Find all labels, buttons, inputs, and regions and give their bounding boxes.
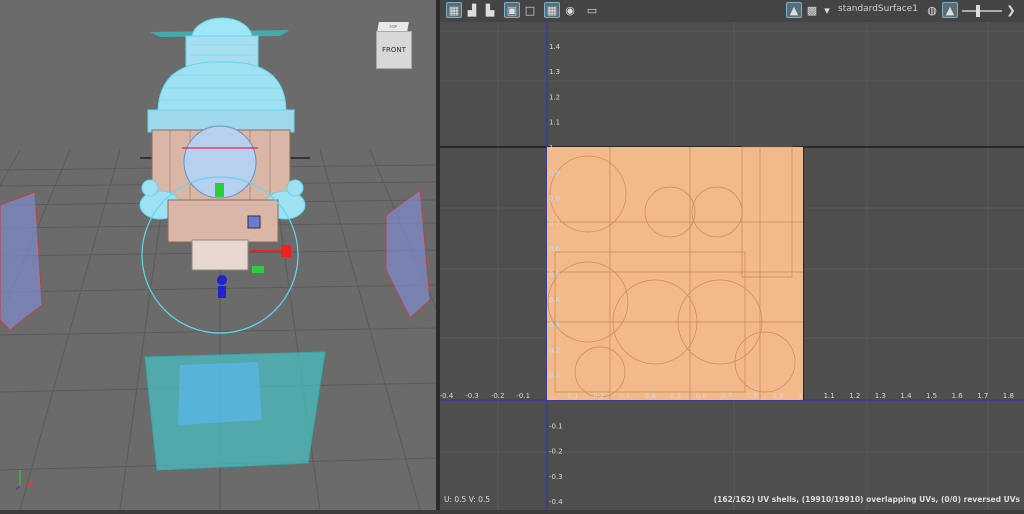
uv-coordinate-readout: U: 0.5 V: 0.5 — [444, 495, 491, 504]
viewcube-front-face[interactable]: FRONT — [376, 31, 412, 69]
uv-shell-area[interactable] — [547, 147, 803, 400]
u-tick-label: -0.3 — [465, 392, 479, 400]
exposure-slider-handle[interactable] — [976, 5, 980, 17]
v-tick-label: 1.1 — [549, 119, 560, 127]
v-tick-label: 0.8 — [549, 195, 560, 203]
uv-grid-svg[interactable]: -0.4 -0.3 -0.2 -0.1 0.1 0.2 0.3 0.4 0.5 0.6 0.7 0.8… — [440, 22, 1024, 510]
u-tick-label: 0.2 — [593, 392, 604, 400]
viewcube[interactable]: TOP FRONT — [374, 22, 412, 69]
u-tick-label: 1.1 — [824, 392, 835, 400]
x-axis-handle[interactable] — [281, 245, 291, 257]
uv-shells[interactable] — [547, 146, 803, 400]
left-image-plane[interactable] — [0, 191, 43, 331]
u-tick-label: 0.6 — [696, 392, 708, 400]
u-tick-label: -0.2 — [491, 392, 505, 400]
u-tick-label: 1.2 — [849, 392, 860, 400]
v-tick-label: 0.3 — [549, 321, 560, 329]
u-tick-label: 1.5 — [926, 392, 937, 400]
v-tick-label: 1 — [549, 144, 553, 152]
checker-pattern-icon[interactable]: ▩ — [804, 2, 820, 18]
v-tick-label: -0.2 — [549, 448, 563, 456]
uv-border-icon[interactable]: □ — [522, 2, 538, 18]
v-tick-label: -0.4 — [549, 498, 563, 506]
image-display-icon[interactable]: ▲ — [786, 2, 802, 18]
color-channels-icon[interactable]: ◍ — [924, 2, 940, 18]
uv-shell-status: (162/162) UV shells, (19910/19910) overl… — [713, 495, 1020, 504]
xz-plane-handle[interactable] — [252, 266, 264, 273]
shader-selector[interactable]: standardSurface1 — [838, 4, 918, 14]
uv-canvas[interactable]: -0.4 -0.3 -0.2 -0.1 0.1 0.2 0.3 0.4 0.5 0.6 0.7 0.8… — [440, 22, 1024, 510]
u-tick-label: 0.7 — [721, 392, 732, 400]
u-tick-label: 1.4 — [900, 392, 912, 400]
u-tick-label: 0.9 — [772, 392, 783, 400]
v-tick-label: 0.9 — [549, 169, 560, 177]
v-tick-label: 1.4 — [549, 43, 561, 51]
v-tick-label: 0.5 — [549, 271, 560, 279]
u-tick-label: 1.7 — [977, 392, 988, 400]
uv-toolbar: ▦ ▟ ▙ ▣ □ ▦ ◉ ▭ ▲ ▩ ▾ standardSurface1 ◍… — [440, 0, 1024, 23]
u-tick-label: 0.4 — [644, 392, 656, 400]
center-handle[interactable] — [247, 215, 261, 229]
v-tick-label: 1.3 — [549, 68, 560, 76]
v-tick-label: -0.3 — [549, 473, 563, 481]
v-tick-label: 0.4 — [549, 296, 561, 304]
u-tick-labels: -0.4 -0.3 -0.2 -0.1 0.1 0.2 0.3 0.4 0.5 0.6 0.7 0.8… — [440, 392, 1014, 400]
u-tick-label: -0.4 — [440, 392, 454, 400]
u-tick-label: 1.3 — [875, 392, 886, 400]
dome-body — [157, 61, 287, 111]
more-options-icon[interactable]: ❯ — [1006, 2, 1016, 18]
y-axis-handle[interactable] — [215, 183, 224, 197]
uv-shaded-icon[interactable]: ▣ — [504, 2, 520, 18]
v-tick-label: 1.2 — [549, 93, 560, 101]
u-tick-label: 1.6 — [952, 392, 964, 400]
u-tick-label: 0.1 — [568, 392, 579, 400]
exposure-icon[interactable]: ▲ — [942, 2, 958, 18]
pixel-snap-icon[interactable]: ◉ — [562, 2, 578, 18]
v-tick-label: 0.2 — [549, 346, 560, 354]
bottom-stem — [191, 239, 249, 271]
v-tick-label: 0.1 — [549, 372, 560, 380]
u-tick-label: 0.8 — [747, 392, 758, 400]
uv-editor-panel: ▦ ▟ ▙ ▣ □ ▦ ◉ ▭ ▲ ▩ ▾ standardSurface1 ◍… — [440, 0, 1024, 510]
z-axis-handle[interactable] — [218, 286, 226, 298]
uv-grid-icon[interactable]: ▦ — [446, 2, 462, 18]
chevron-down-icon[interactable]: ▾ — [822, 2, 832, 18]
scene-svg[interactable] — [0, 0, 436, 510]
u-tick-label: 1.8 — [1003, 392, 1014, 400]
v-tick-label: 0.6 — [549, 245, 561, 253]
z-axis-handle-top[interactable] — [217, 275, 227, 285]
v-tick-label: 0.7 — [549, 220, 560, 228]
u-tick-label: 0.3 — [619, 392, 630, 400]
perspective-viewport[interactable]: TOP FRONT — [0, 0, 436, 510]
u-tick-label: 1 — [798, 392, 802, 400]
right-image-plane[interactable] — [385, 189, 431, 319]
ground-inner-plane — [178, 362, 262, 425]
v-tick-label: -0.1 — [549, 422, 563, 430]
uv-distortion-icon[interactable]: ▟ — [464, 2, 480, 18]
grid-toggle-icon[interactable]: ▦ — [544, 2, 560, 18]
uv-checker-icon[interactable]: ▙ — [482, 2, 498, 18]
axis-gizmo-icon — [15, 470, 35, 491]
u-tick-label: -0.1 — [516, 392, 530, 400]
lower-body — [167, 199, 279, 243]
u-tick-label: 0.5 — [670, 392, 681, 400]
exposure-slider[interactable] — [962, 10, 1002, 12]
snapshot-icon[interactable]: ▭ — [584, 2, 600, 18]
